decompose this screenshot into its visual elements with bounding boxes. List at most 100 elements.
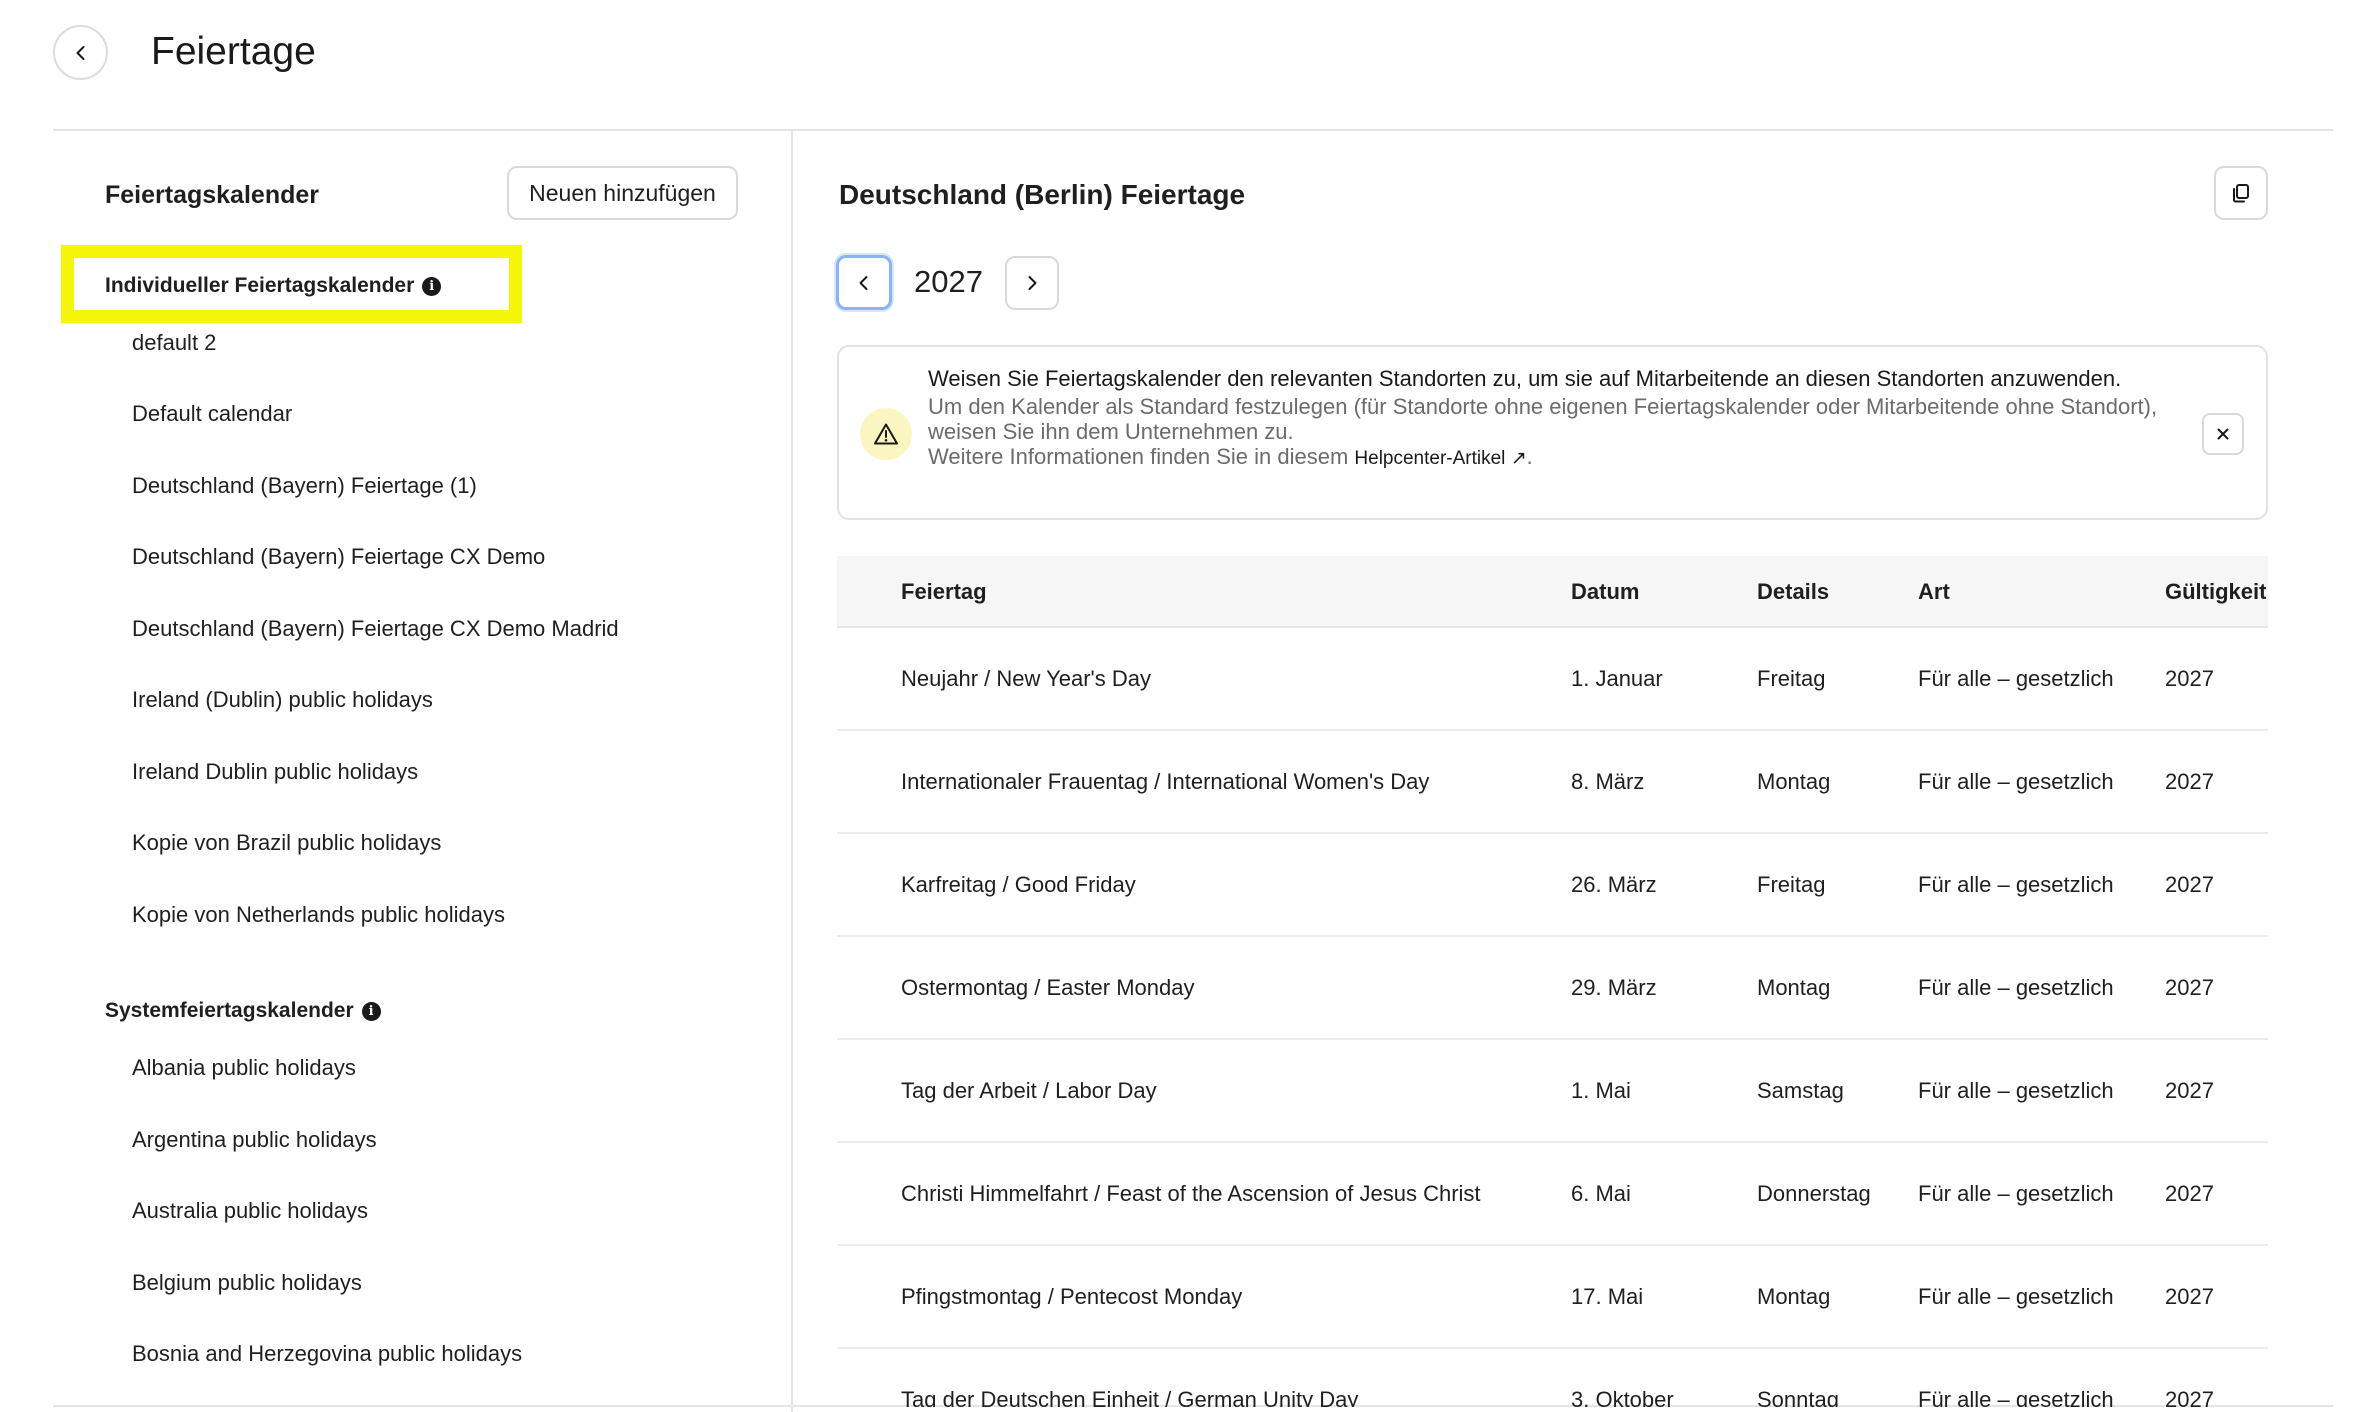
table-row[interactable]: Pfingstmontag / Pentecost Monday 17. Mai… [837,1246,2268,1349]
holiday-name: Ostermontag / Easter Monday [901,974,1195,1000]
notice-headline: Weisen Sie Feiertagskalender den relevan… [928,366,2122,391]
copy-calendar-button[interactable] [2214,166,2268,220]
holiday-validity: 2027 [2165,1180,2214,1206]
column-header-details[interactable]: Details [1757,578,1829,606]
table-row[interactable]: Tag der Deutschen Einheit / German Unity… [837,1349,2268,1408]
sidebar-item-albania[interactable]: Albania public holidays [132,1053,356,1083]
helpcenter-link-label[interactable]: Helpcenter-Artikel [1354,448,1505,469]
holidays-page: Feiertage Feiertagskalender Neuen hinzuf… [0,0,2360,1412]
holiday-weekday: Freitag [1757,871,1826,897]
holiday-weekday: Donnerstag [1757,1180,1871,1206]
holiday-type: Für alle – gesetzlich [1918,1077,2114,1103]
info-icon[interactable]: i [361,1001,381,1021]
holiday-type: Für alle – gesetzlich [1918,768,2114,794]
chevron-left-icon [859,275,868,290]
info-icon[interactable]: i [422,276,442,296]
holiday-name: Tag der Deutschen Einheit / German Unity… [901,1386,1359,1408]
next-year-button[interactable] [1005,256,1059,310]
back-button[interactable] [53,25,108,80]
chevron-left-icon [76,45,84,60]
notice-text: Weisen Sie Feiertagskalender den relevan… [928,366,2158,471]
column-header-holiday[interactable]: Feiertag [901,578,987,606]
column-header-type[interactable]: Art [1918,578,1950,606]
page-title: Feiertage [151,30,316,73]
holiday-validity: 2027 [2165,974,2214,1000]
previous-year-button[interactable] [836,255,892,310]
column-header-validity[interactable]: Gültigkeit [2165,578,2266,606]
sidebar-item-ireland-dublin-paren[interactable]: Ireland (Dublin) public holidays [132,685,433,715]
notice-body: Um den Kalender als Standard festzulegen… [928,394,2158,471]
holiday-validity: 2027 [2165,665,2214,691]
sidebar-item-kopie-brazil[interactable]: Kopie von Brazil public holidays [132,828,441,858]
holiday-type: Für alle – gesetzlich [1918,871,2114,897]
table-row[interactable]: Karfreitag / Good Friday 26. März Freita… [837,834,2268,937]
holiday-type: Für alle – gesetzlich [1918,1283,2114,1309]
year-label: 2027 [914,264,983,299]
holiday-weekday: Montag [1757,768,1831,794]
column-divider [791,131,793,1412]
warning-icon [860,408,912,460]
sidebar-item-default-calendar[interactable]: Default calendar [132,399,292,429]
sidebar-item-bosnia[interactable]: Bosnia and Herzegovina public holidays [132,1339,522,1369]
holiday-date: 29. März [1571,974,1657,1000]
holiday-type: Für alle – gesetzlich [1918,1386,2114,1408]
holiday-date: 26. März [1571,871,1657,897]
holiday-validity: 2027 [2165,1386,2214,1408]
sidebar-item-ireland-dublin[interactable]: Ireland Dublin public holidays [132,757,418,787]
holiday-date: 8. März [1571,768,1645,794]
external-link-icon: ↗ [1510,448,1527,469]
holiday-name: Neujahr / New Year's Day [901,665,1151,691]
info-notice: Weisen Sie Feiertagskalender den relevan… [837,345,2268,520]
holiday-name: Internationaler Frauentag / Internationa… [901,768,1430,794]
holiday-validity: 2027 [2165,1283,2214,1309]
holiday-name: Christi Himmelfahrt / Feast of the Ascen… [901,1180,1481,1206]
table-row[interactable]: Christi Himmelfahrt / Feast of the Ascen… [837,1143,2268,1246]
add-new-calendar-button[interactable]: Neuen hinzufügen [507,166,738,220]
holiday-validity: 2027 [2165,871,2214,897]
holiday-date: 17. Mai [1571,1283,1644,1309]
custom-calendars-heading: Individueller Feiertagskalender i [105,271,442,301]
holiday-type: Für alle – gesetzlich [1918,1180,2114,1206]
custom-calendars-heading-label: Individueller Feiertagskalender [105,274,415,297]
sidebar-item-default-2[interactable]: default 2 [132,328,216,358]
sidebar-item-argentina[interactable]: Argentina public holidays [132,1125,377,1155]
notice-suffix: . [1526,444,1533,469]
holiday-date: 1. Mai [1571,1077,1631,1103]
holiday-type: Für alle – gesetzlich [1918,974,2114,1000]
holiday-date: 3. Oktober [1571,1386,1674,1408]
holiday-weekday: Montag [1757,1283,1831,1309]
column-header-date[interactable]: Datum [1571,578,1639,606]
table-row[interactable]: Tag der Arbeit / Labor Day 1. Mai Samsta… [837,1040,2268,1143]
notice-body-text: Um den Kalender als Standard festzulegen… [928,394,2158,444]
holiday-weekday: Freitag [1757,665,1826,691]
holiday-name: Tag der Arbeit / Labor Day [901,1077,1157,1103]
sidebar-item-bayern-cx-demo[interactable]: Deutschland (Bayern) Feiertage CX Demo [132,542,545,572]
holiday-weekday: Sonntag [1757,1386,1839,1408]
sidebar-item-belgium[interactable]: Belgium public holidays [132,1268,362,1298]
sidebar-item-bayern-cx-demo-madrid[interactable]: Deutschland (Bayern) Feiertage CX Demo M… [132,614,619,644]
sidebar-item-kopie-netherlands[interactable]: Kopie von Netherlands public holidays [132,900,505,930]
holiday-name: Pfingstmontag / Pentecost Monday [901,1283,1243,1309]
table-header: Feiertag Datum Details Art Gültigkeit [837,556,2268,628]
table-row[interactable]: Ostermontag / Easter Monday 29. März Mon… [837,937,2268,1040]
sidebar-item-bayern-1[interactable]: Deutschland (Bayern) Feiertage (1) [132,471,477,501]
holiday-validity: 2027 [2165,768,2214,794]
holiday-date: 1. Januar [1571,665,1663,691]
holiday-type: Für alle – gesetzlich [1918,665,2114,691]
holiday-name: Karfreitag / Good Friday [901,871,1136,897]
sidebar-title: Feiertagskalender [105,181,319,209]
holiday-date: 6. Mai [1571,1180,1631,1206]
close-icon [2217,428,2229,440]
sidebar-item-australia[interactable]: Australia public holidays [132,1196,368,1226]
system-calendars-heading: Systemfeiertagskalender i [105,996,381,1026]
helpcenter-link[interactable]: Helpcenter-Artikel ↗ [1354,448,1526,469]
header-divider [53,129,2333,131]
notice-more-prefix: Weitere Informationen finden Sie in dies… [928,444,1349,469]
close-notice-button[interactable] [2202,413,2244,455]
notice-more-line: Weitere Informationen finden Sie in dies… [928,444,2158,471]
calendar-title: Deutschland (Berlin) Feiertage [839,179,1246,210]
table-row[interactable]: Neujahr / New Year's Day 1. Januar Freit… [837,628,2268,731]
holiday-weekday: Montag [1757,974,1831,1000]
system-calendars-heading-label: Systemfeiertagskalender [105,999,354,1022]
table-row[interactable]: Internationaler Frauentag / Internationa… [837,731,2268,834]
